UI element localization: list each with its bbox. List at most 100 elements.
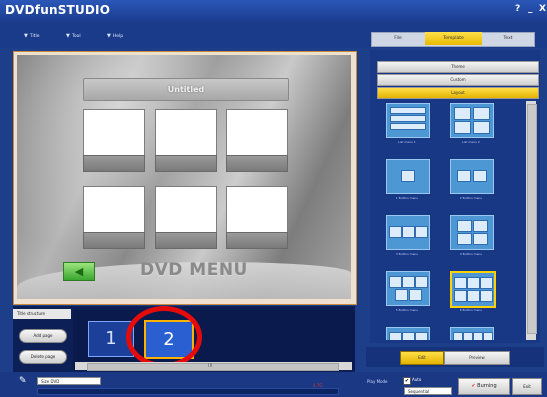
edit-button[interactable]: Edit	[400, 351, 444, 365]
custom-button[interactable]: Custom	[377, 74, 539, 86]
button-slot-icon	[473, 233, 488, 245]
prev-page-button[interactable]: ◀	[63, 262, 95, 281]
menu-button-thumb-1[interactable]	[83, 109, 145, 156]
layout-grid: List menu 1 List menu 2 1 Button menu 2 …	[380, 101, 508, 340]
layout-thumb	[386, 159, 430, 194]
auto-checkbox[interactable]: ✔	[403, 377, 411, 385]
button-slot-icon	[402, 332, 415, 340]
button-slot-icon	[473, 107, 490, 120]
layout-thumb	[450, 327, 494, 340]
button-slot-icon	[467, 290, 480, 302]
chevron-down-icon: ▼	[66, 33, 70, 39]
preview-button[interactable]: Preview	[444, 351, 510, 365]
layout-thumb	[450, 271, 496, 308]
minimize-button[interactable]: _	[528, 4, 533, 14]
play-mode-label: Play Mode	[367, 379, 388, 384]
button-slot-icon	[401, 170, 415, 182]
chevron-down-icon: ▼	[24, 33, 28, 39]
help-button[interactable]: ?	[515, 4, 520, 14]
menu-button-thumb-4[interactable]	[83, 186, 145, 233]
button-slot-icon	[454, 290, 467, 302]
dvd-menu-label: DVD MENU	[140, 260, 248, 280]
tab-template[interactable]: Template	[425, 32, 482, 45]
layout-thumb	[386, 327, 430, 340]
button-slot-icon	[395, 289, 408, 301]
layout-thumb	[386, 271, 430, 306]
button-slot-icon	[389, 226, 402, 238]
tab-file[interactable]: File	[372, 32, 424, 45]
layout-thumb	[386, 103, 430, 138]
button-slot-icon	[480, 290, 493, 302]
menu-button-label-1[interactable]	[83, 155, 145, 172]
button-slot-icon	[454, 107, 471, 120]
scroll-grip: III	[208, 363, 213, 369]
menu-button-label-2[interactable]	[155, 155, 217, 172]
button-slot-icon	[467, 277, 480, 289]
button-slot-icon	[409, 289, 422, 301]
title-structure-tab[interactable]: Title structure	[13, 309, 71, 319]
burn-icon: ✔	[471, 383, 476, 389]
menu-title[interactable]: ▼ Title	[24, 33, 40, 39]
layout-thumb	[450, 159, 494, 194]
theme-button[interactable]: Theme	[377, 61, 539, 73]
auto-label: Auto	[412, 377, 422, 382]
layout-thumb	[450, 103, 494, 138]
capacity-marker: 4.7G	[313, 383, 323, 388]
layout-label: 2 Button menu	[459, 196, 483, 200]
chevron-down-icon: ▼	[107, 33, 111, 39]
exit-button[interactable]: Exit	[512, 378, 542, 395]
menu-title-box[interactable]: Untitled	[83, 78, 289, 101]
menu-button-label-3[interactable]	[226, 155, 288, 172]
menu-button-thumb-5[interactable]	[155, 186, 217, 233]
layout-label: 1 Button menu	[395, 196, 419, 200]
highlight-circle	[126, 306, 202, 368]
play-mode-select[interactable]: Sequential	[404, 387, 452, 395]
pencil-icon: ✎	[19, 376, 27, 386]
list-row-icon	[390, 123, 426, 130]
button-slot-icon	[463, 332, 473, 340]
page-scroll-thumb[interactable]: III	[87, 363, 339, 371]
list-row-icon	[390, 115, 426, 122]
layout-label: List menu 2	[462, 140, 480, 144]
menu-button-thumb-6[interactable]	[226, 186, 288, 233]
burning-button[interactable]: ✔ Burning	[458, 378, 510, 395]
menu-button-thumb-2[interactable]	[155, 109, 217, 156]
menu-button-label-5[interactable]	[155, 232, 217, 249]
delete-page-button[interactable]: Delete page	[19, 350, 67, 364]
button-slot-icon	[389, 332, 402, 340]
button-slot-icon	[454, 121, 471, 134]
button-slot-icon	[415, 226, 428, 238]
disc-type-select[interactable]: Size DVD	[37, 377, 101, 385]
layout-label: 4 Button menu	[459, 252, 483, 256]
layout-label: 5 Button menu	[395, 308, 419, 312]
layout-thumb	[386, 215, 430, 250]
button-slot-icon	[473, 121, 490, 134]
menu-help-label: Help	[112, 34, 124, 39]
button-slot-icon	[483, 332, 493, 340]
button-slot-icon	[457, 233, 472, 245]
close-button[interactable]: X	[539, 4, 546, 14]
layout-label: 6 Button menu	[459, 308, 483, 312]
menu-title-label: Title	[29, 34, 40, 39]
button-slot-icon	[454, 277, 467, 289]
button-slot-icon	[457, 170, 471, 182]
burning-label: Burning	[477, 383, 497, 389]
capacity-bar	[37, 388, 339, 395]
menu-button-label-6[interactable]	[226, 232, 288, 249]
list-row-icon	[390, 107, 426, 114]
tab-text[interactable]: Text	[483, 32, 533, 45]
button-slot-icon	[415, 332, 428, 340]
menu-help[interactable]: ▼ Help	[107, 33, 123, 39]
button-slot-icon	[473, 220, 488, 232]
menu-button-label-4[interactable]	[83, 232, 145, 249]
button-slot-icon	[415, 276, 428, 288]
button-slot-icon	[389, 276, 402, 288]
add-page-button[interactable]: Add page	[19, 329, 67, 343]
menu-tool-label: Tool	[71, 34, 81, 39]
layout-button[interactable]: Layout	[377, 87, 539, 99]
layout-thumb	[450, 215, 494, 250]
menu-tool[interactable]: ▼ Tool	[66, 33, 81, 39]
button-slot-icon	[473, 332, 483, 340]
menu-button-thumb-3[interactable]	[226, 109, 288, 156]
layout-scroll-thumb[interactable]	[527, 104, 537, 334]
